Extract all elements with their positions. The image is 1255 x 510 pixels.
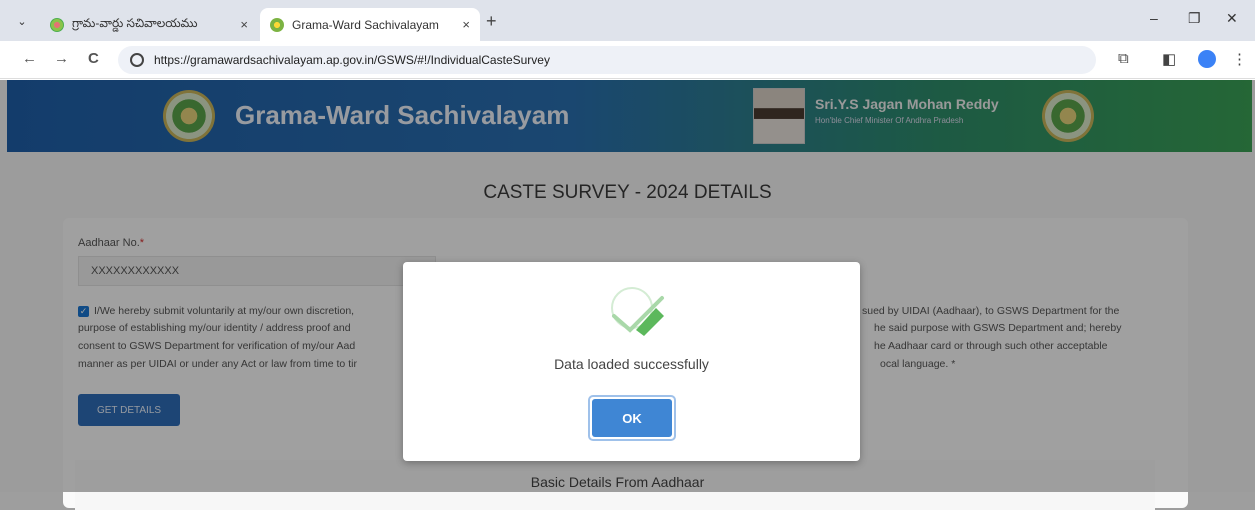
ok-button[interactable]: OK [588, 395, 676, 441]
profile-avatar-icon[interactable] [1198, 50, 1216, 68]
close-window-icon[interactable]: ✕ [1226, 10, 1238, 27]
forward-icon[interactable]: → [54, 50, 69, 67]
tab-grama-ward[interactable]: Grama-Ward Sachivalayam × [260, 8, 480, 41]
dialog-message: Data loaded successfully [554, 356, 709, 372]
tab-close-icon[interactable]: × [240, 17, 248, 32]
back-icon[interactable]: ← [22, 50, 37, 67]
side-panel-icon[interactable]: ◧ [1162, 50, 1176, 68]
new-tab-icon[interactable]: + [486, 11, 497, 32]
minimize-icon[interactable]: – [1150, 10, 1158, 26]
browser-toolbar: ← → C https://gramawardsachivalayam.ap.g… [0, 41, 1255, 79]
browser-menu-icon[interactable]: ⋮ [1232, 50, 1247, 68]
tab-close-icon[interactable]: × [462, 17, 470, 32]
site-info-icon[interactable] [130, 53, 144, 67]
tab-title: Grama-Ward Sachivalayam [292, 17, 439, 32]
tab-title: గ్రామ-వార్డు సచివాలయము [72, 16, 198, 30]
success-dialog: Data loaded successfully OK [403, 262, 860, 461]
browser-window: ⌄ గ్రామ-వార్డు సచివాలయము × Grama-Ward Sa… [0, 0, 1255, 510]
tab-telugu[interactable]: గ్రామ-వార్డు సచివాలయము × [40, 8, 258, 41]
tab-search-icon[interactable]: ⌄ [12, 11, 32, 31]
extensions-icon[interactable]: ⧉ [1118, 50, 1129, 67]
site-favicon-icon [270, 17, 284, 32]
ok-button-label: OK [592, 399, 672, 437]
url-text: https://gramawardsachivalayam.ap.gov.in/… [154, 53, 550, 67]
tab-strip: ⌄ గ్రామ-వార్డు సచివాలయము × Grama-Ward Sa… [0, 0, 1255, 41]
address-bar[interactable]: https://gramawardsachivalayam.ap.gov.in/… [118, 46, 1096, 74]
success-check-icon [611, 287, 664, 336]
restore-icon[interactable]: ❐ [1188, 10, 1201, 27]
reload-icon[interactable]: C [88, 50, 99, 67]
site-favicon-icon [50, 17, 64, 32]
